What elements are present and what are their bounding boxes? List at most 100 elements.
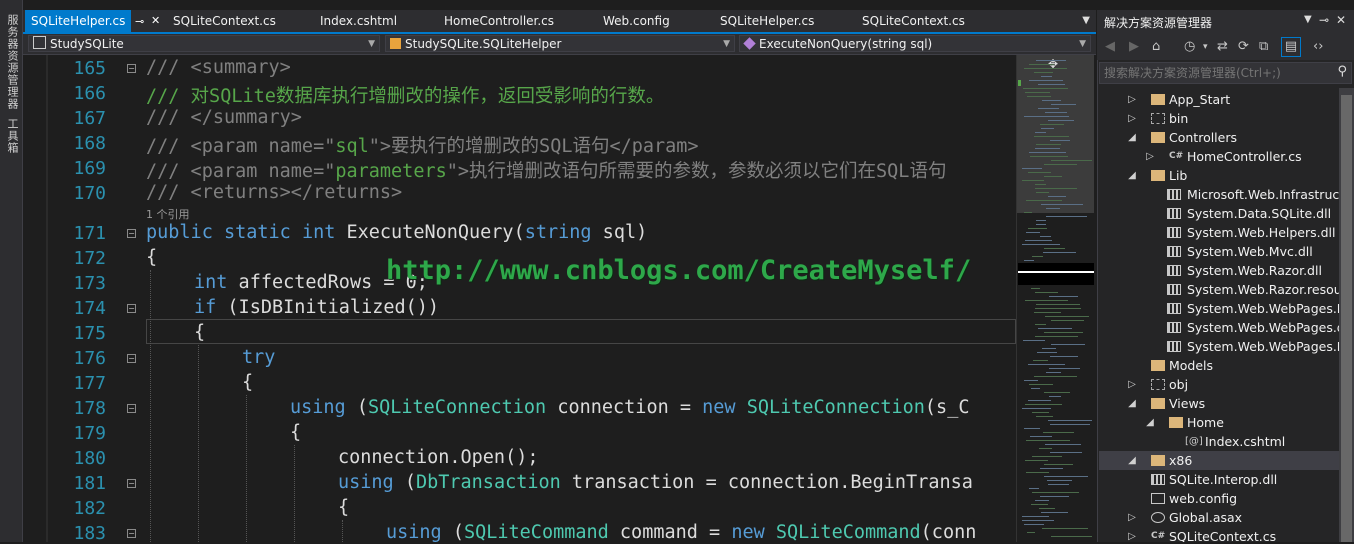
minimap-viewport[interactable] xyxy=(1017,55,1094,213)
tab-sqlitehelper-2[interactable]: SQLiteHelper.cs xyxy=(720,10,814,32)
tree-item-x86[interactable]: ◢ x86 xyxy=(1099,451,1339,470)
collapse-icon[interactable]: − xyxy=(127,304,136,313)
tree-item-dll[interactable]: System.Web.WebPages.De xyxy=(1099,299,1339,318)
code-line-168[interactable]: /// <param name="sql">要执行的增删改的SQL语句</par… xyxy=(146,132,699,158)
tree-item-models[interactable]: Models xyxy=(1099,356,1339,375)
toolbox-tab[interactable]: 工具箱 xyxy=(4,118,20,154)
tree-item-dll[interactable]: System.Web.Razor.dll xyxy=(1099,261,1339,280)
expand-icon[interactable]: ▷ xyxy=(1127,375,1137,394)
pin-icon[interactable]: ⊸ xyxy=(1319,13,1329,27)
tree-item-sqlitecontext[interactable]: ▷ C# SQLiteContext.cs xyxy=(1099,527,1339,542)
close-tab-icon[interactable]: ✕ xyxy=(151,14,160,27)
tab-sqlitecontext[interactable]: SQLiteContext.cs xyxy=(173,10,276,32)
tree-item-dll[interactable]: System.Web.Razor.resourc xyxy=(1099,280,1339,299)
pin-icon[interactable]: ⊸ xyxy=(135,15,144,28)
collapse-all-icon[interactable]: ⧉ xyxy=(1259,39,1268,54)
minimap-code-stroke xyxy=(1035,148,1060,149)
code-line-166[interactable]: /// 对SQLite数据库执行增删改的操作，返回受影响的行数。 xyxy=(146,82,664,108)
back-icon[interactable]: ◀ xyxy=(1105,39,1115,54)
code-line-172[interactable]: { xyxy=(146,247,157,268)
collapse-icon[interactable]: ◢ xyxy=(1127,451,1137,470)
tab-sqlitehelper-active[interactable]: SQLiteHelper.cs xyxy=(25,10,132,32)
minimap-code-stroke xyxy=(1039,448,1052,449)
chevron-down-icon[interactable]: ▼ xyxy=(1304,14,1312,25)
code-editor[interactable] xyxy=(23,55,1016,542)
solution-search-input[interactable] xyxy=(1104,64,1324,81)
show-all-files-icon[interactable]: ▤ xyxy=(1281,37,1301,57)
code-line-167[interactable]: /// </summary> xyxy=(146,107,302,128)
collapse-icon[interactable]: ◢ xyxy=(1127,128,1137,147)
tree-item-web-config[interactable]: web.config xyxy=(1099,489,1339,508)
refresh-icon[interactable]: ⟳ xyxy=(1238,39,1249,54)
code-line-169[interactable]: /// <param name="parameters">执行增删改语句所需要的… xyxy=(146,157,946,183)
close-icon[interactable]: ✕ xyxy=(1336,13,1346,27)
chevron-down-icon[interactable]: ▾ xyxy=(1203,42,1208,52)
expand-icon[interactable]: ▷ xyxy=(1127,527,1137,542)
collapse-icon[interactable]: − xyxy=(127,529,136,538)
tree-item-dll[interactable]: System.Web.Mvc.dll xyxy=(1099,242,1339,261)
code-line-170[interactable]: /// <returns></returns> xyxy=(146,182,402,203)
home-icon[interactable]: ⌂ xyxy=(1152,39,1160,54)
collapse-icon[interactable]: − xyxy=(127,404,136,413)
collapse-icon[interactable]: − xyxy=(127,64,136,73)
collapse-icon[interactable]: ◢ xyxy=(1127,394,1137,413)
tree-item-dll[interactable]: System.Web.Helpers.dll xyxy=(1099,223,1339,242)
tree-item-global-asax[interactable]: ▷ Global.asax xyxy=(1099,508,1339,527)
tree-item-home[interactable]: ◢ Home xyxy=(1099,413,1339,432)
expand-icon[interactable]: ▷ xyxy=(1127,109,1137,128)
minimap-code-stroke xyxy=(1043,252,1076,253)
tree-item-controllers[interactable]: ◢ Controllers xyxy=(1099,128,1339,147)
tree-item-lib[interactable]: ◢ Lib xyxy=(1099,166,1339,185)
code-line-178[interactable]: using (SQLiteConnection connection = new… xyxy=(290,397,969,418)
tree-item-views[interactable]: ◢ Views xyxy=(1099,394,1339,413)
solution-search-box[interactable]: ⚲ xyxy=(1099,62,1352,84)
tree-item-sqlite-interop[interactable]: SQLite.Interop.dll xyxy=(1099,470,1339,489)
expand-icon[interactable]: ▷ xyxy=(1145,147,1155,166)
code-view-icon[interactable]: ‹› xyxy=(1313,39,1323,54)
code-line-180[interactable]: connection.Open(); xyxy=(338,447,538,468)
collapse-icon[interactable]: − xyxy=(127,229,136,238)
code-line-182[interactable]: { xyxy=(338,497,349,518)
minimap-code-stroke xyxy=(1047,480,1072,481)
code-line-183[interactable]: using (SQLiteCommand command = new SQLit… xyxy=(386,522,976,543)
collapse-icon[interactable]: − xyxy=(127,479,136,488)
code-line-175[interactable]: { xyxy=(194,322,205,343)
codelens-references[interactable]: 1 个引用 xyxy=(146,206,190,222)
code-line-177[interactable]: { xyxy=(242,372,253,393)
sync-icon[interactable]: ⇄ xyxy=(1217,39,1228,54)
code-line-174[interactable]: if (IsDBInitialized()) xyxy=(194,297,439,318)
tree-item-app-start[interactable]: ▷ App_Start xyxy=(1099,90,1339,109)
tree-item-dll[interactable]: System.Web.WebPages.Ra xyxy=(1099,337,1339,356)
tab-overflow-dropdown-icon[interactable]: ▼ xyxy=(1082,10,1090,32)
class-dropdown[interactable]: StudySQLite.SQLiteHelper ▼ xyxy=(385,35,735,52)
code-line-181[interactable]: using (DbTransaction transaction = conne… xyxy=(338,472,973,493)
code-line-165[interactable]: /// <summary> xyxy=(146,57,291,78)
member-dropdown[interactable]: ExecuteNonQuery(string sql) ▼ xyxy=(739,35,1091,52)
collapse-icon[interactable]: ◢ xyxy=(1145,413,1155,432)
tab-homecontroller[interactable]: HomeController.cs xyxy=(444,10,554,32)
code-line-179[interactable]: { xyxy=(290,422,301,443)
expand-icon[interactable]: ▷ xyxy=(1127,90,1137,109)
expand-icon[interactable]: ▷ xyxy=(1127,508,1137,527)
tab-index-cshtml[interactable]: Index.cshtml xyxy=(320,10,397,32)
code-line-171[interactable]: public static int ExecuteNonQuery(string… xyxy=(146,222,647,243)
tree-item-obj[interactable]: ▷ obj xyxy=(1099,375,1339,394)
project-dropdown[interactable]: StudySQLite ▼ xyxy=(28,35,380,52)
tree-item-dll[interactable]: Microsoft.Web.Infrastructu xyxy=(1099,185,1339,204)
code-line-176[interactable]: try xyxy=(242,347,275,368)
tree-item-dll[interactable]: System.Data.SQLite.dll xyxy=(1099,204,1339,223)
tree-item-index-cshtml[interactable]: [@] Index.cshtml xyxy=(1099,432,1339,451)
tree-item-bin[interactable]: ▷ bin xyxy=(1099,109,1339,128)
solution-scrollbar-thumb[interactable] xyxy=(1341,95,1352,542)
tab-sqlitecontext-2[interactable]: SQLiteContext.cs xyxy=(862,10,965,32)
tab-web-config[interactable]: Web.config xyxy=(603,10,670,32)
collapse-icon[interactable]: − xyxy=(127,354,136,363)
search-icon[interactable]: ⚲ xyxy=(1337,64,1347,79)
server-explorer-tab[interactable]: 服务器资源管理器 xyxy=(4,14,20,110)
history-icon[interactable]: ◷ xyxy=(1184,39,1195,54)
tree-item-dll[interactable]: System.Web.WebPages.dl xyxy=(1099,318,1339,337)
forward-icon[interactable]: ▶ xyxy=(1129,39,1139,54)
tree-item-homecontroller[interactable]: ▷ C# HomeController.cs xyxy=(1099,147,1339,166)
collapse-icon[interactable]: ◢ xyxy=(1127,166,1137,185)
tree-item-label: HomeController.cs xyxy=(1187,149,1302,164)
